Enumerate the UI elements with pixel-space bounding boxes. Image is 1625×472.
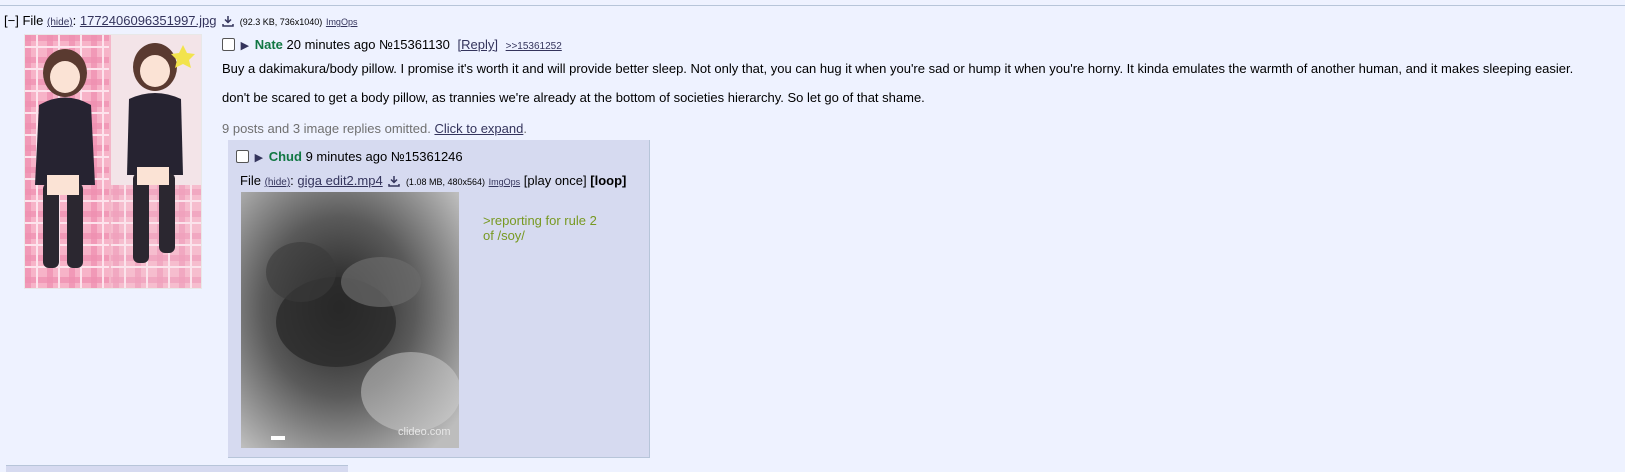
- post-menu-icon[interactable]: ▶: [241, 40, 249, 52]
- thread-top-divider: [0, 5, 1625, 6]
- reply-video-thumbnail[interactable]: clideo.com: [241, 192, 459, 448]
- file-colon: :: [72, 13, 77, 28]
- reply-greentext: >reporting for rule 2 of /soy/: [483, 213, 597, 243]
- omitted-posts-notice: 9 posts and 3 image replies omitted. Cli…: [222, 121, 527, 136]
- op-poster-name: Nate: [254, 37, 283, 52]
- download-icon[interactable]: [222, 15, 234, 30]
- op-file-meta: (92.3 KB, 736x1040): [239, 17, 323, 27]
- op-post-time: 20 minutes ago: [286, 37, 376, 52]
- reply-file-label: File: [240, 173, 261, 188]
- reply-poster-name: Chud: [268, 149, 302, 164]
- op-file-info: [−] File (hide): 1772406096351997.jpg (9…: [4, 13, 357, 30]
- reply-menu-icon[interactable]: ▶: [255, 152, 263, 164]
- op-post-info: ▶ Nate 20 minutes ago №15361130 [Reply] …: [222, 37, 562, 52]
- imgops-link[interactable]: ImgOps: [326, 17, 358, 27]
- backlink[interactable]: >>15361252: [506, 41, 562, 52]
- op-message-line-2: don't be scared to get a body pillow, as…: [222, 90, 925, 105]
- reply-post: ▶ Chud 9 minutes ago №15361246 File (hid…: [228, 140, 650, 458]
- reply-post-time: 9 minutes ago: [305, 149, 388, 164]
- loop-button[interactable]: [loop]: [590, 173, 626, 188]
- reply-file-colon: :: [290, 173, 294, 188]
- op-post-number[interactable]: №15361130: [379, 37, 450, 52]
- video-watermark: clideo.com: [398, 426, 451, 438]
- collapse-thread-toggle[interactable]: [−]: [4, 13, 19, 28]
- reply-link[interactable]: [Reply]: [458, 37, 498, 52]
- reply-select-checkbox[interactable]: [236, 150, 249, 163]
- op-thumbnail[interactable]: [24, 34, 202, 289]
- expand-period: .: [523, 121, 527, 136]
- reply-file-meta: (1.08 MB, 480x564): [405, 177, 485, 187]
- op-select-checkbox[interactable]: [222, 38, 235, 51]
- reply-hide-file-link[interactable]: (hide): [265, 177, 291, 188]
- reply-post-info: ▶ Chud 9 minutes ago №15361246: [236, 149, 463, 164]
- reply-file-info: File (hide): giga edit2.mp4 (1.08 MB, 48…: [240, 173, 626, 190]
- reply-imgops-link[interactable]: ImgOps: [489, 177, 521, 187]
- reply-filename-link[interactable]: giga edit2.mp4: [297, 173, 382, 188]
- hide-file-link[interactable]: (hide): [47, 17, 73, 28]
- reply-download-icon[interactable]: [388, 175, 401, 190]
- omitted-text: 9 posts and 3 image replies omitted.: [222, 121, 431, 136]
- expand-thread-link[interactable]: Click to expand: [434, 121, 523, 136]
- op-message-line-1: Buy a dakimakura/body pillow. I promise …: [222, 61, 1574, 76]
- file-label: File: [22, 13, 44, 28]
- op-message: Buy a dakimakura/body pillow. I promise …: [222, 61, 1573, 119]
- play-once-button[interactable]: [play once]: [524, 173, 587, 188]
- op-filename-link[interactable]: 1772406096351997.jpg: [80, 13, 217, 28]
- reply-post-number[interactable]: №15361246: [391, 149, 463, 164]
